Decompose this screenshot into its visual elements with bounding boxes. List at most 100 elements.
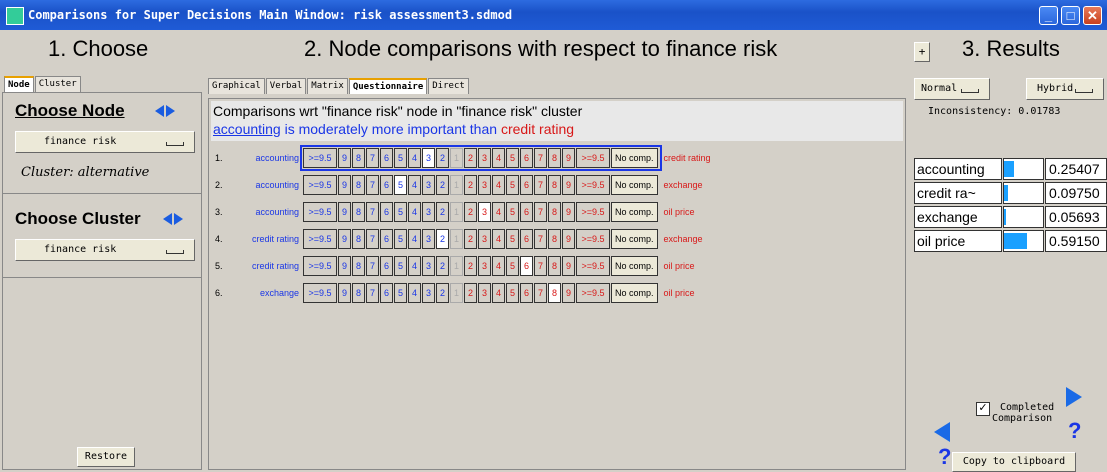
scale-button[interactable]: 4 (492, 256, 505, 276)
scale-button[interactable]: 3 (422, 148, 435, 168)
scale-button[interactable]: >=9.5 (303, 229, 337, 249)
tab-node[interactable]: Node (4, 76, 34, 92)
prev-cluster-icon[interactable] (163, 213, 172, 225)
left-arrow-icon[interactable] (934, 422, 950, 442)
scale-button[interactable]: 4 (408, 175, 421, 195)
scale-button[interactable]: >=9.5 (576, 175, 610, 195)
scale-button[interactable]: 9 (338, 283, 351, 303)
scale-button[interactable]: 9 (562, 175, 575, 195)
scale-button[interactable]: 3 (478, 202, 491, 222)
node-dropdown[interactable]: finance risk (15, 131, 195, 153)
close-button[interactable]: ✕ (1083, 6, 1102, 25)
scale-button[interactable]: 2 (436, 202, 449, 222)
scale-button[interactable]: 1 (450, 175, 463, 195)
minimize-button[interactable]: _ (1039, 6, 1058, 25)
help-icon[interactable]: ? (938, 444, 951, 470)
scale-button[interactable]: 7 (366, 175, 379, 195)
scale-button[interactable]: 8 (548, 283, 561, 303)
scale-button[interactable]: 2 (464, 202, 477, 222)
scale-button[interactable]: 6 (520, 148, 533, 168)
scale-button[interactable]: 9 (562, 256, 575, 276)
no-comparison-button[interactable]: No comp. (611, 283, 658, 303)
scale-button[interactable]: 8 (352, 229, 365, 249)
scale-button[interactable]: 2 (464, 256, 477, 276)
scale-button[interactable]: 7 (534, 256, 547, 276)
scale-button[interactable]: 5 (394, 148, 407, 168)
tab-questionnaire[interactable]: Questionnaire (348, 78, 428, 94)
scale-button[interactable]: 7 (534, 283, 547, 303)
next-node-icon[interactable] (166, 105, 175, 117)
no-comparison-button[interactable]: No comp. (611, 202, 658, 222)
scale-button[interactable]: 2 (464, 283, 477, 303)
scale-button[interactable]: >=9.5 (576, 202, 610, 222)
scale-button[interactable]: 5 (394, 229, 407, 249)
scale-button[interactable]: 5 (506, 283, 519, 303)
no-comparison-button[interactable]: No comp. (611, 256, 658, 276)
tab-graphical[interactable]: Graphical (208, 78, 265, 94)
scale-button[interactable]: 9 (338, 256, 351, 276)
normal-dropdown[interactable]: Normal (914, 78, 990, 100)
scale-button[interactable]: 3 (478, 148, 491, 168)
scale-button[interactable]: 3 (478, 283, 491, 303)
scale-button[interactable]: 9 (338, 229, 351, 249)
maximize-button[interactable]: □ (1061, 6, 1080, 25)
scale-button[interactable]: 4 (408, 202, 421, 222)
scale-button[interactable]: 3 (478, 256, 491, 276)
scale-button[interactable]: 2 (436, 229, 449, 249)
scale-button[interactable]: 9 (562, 202, 575, 222)
scale-button[interactable]: 5 (394, 283, 407, 303)
scale-button[interactable]: 8 (352, 148, 365, 168)
scale-button[interactable]: 2 (436, 148, 449, 168)
scale-button[interactable]: 2 (464, 229, 477, 249)
scale-button[interactable]: 7 (366, 148, 379, 168)
scale-button[interactable]: 9 (338, 148, 351, 168)
scale-button[interactable]: 3 (478, 229, 491, 249)
scale-button[interactable]: 4 (492, 202, 505, 222)
scale-button[interactable]: 4 (408, 229, 421, 249)
scale-button[interactable]: 8 (548, 148, 561, 168)
tab-direct[interactable]: Direct (428, 78, 469, 94)
scale-button[interactable]: 8 (352, 283, 365, 303)
scale-button[interactable]: 3 (478, 175, 491, 195)
prev-node-icon[interactable] (155, 105, 164, 117)
scale-button[interactable]: >=9.5 (303, 202, 337, 222)
scale-button[interactable]: 2 (464, 175, 477, 195)
scale-button[interactable]: 7 (366, 283, 379, 303)
prev-comparison-arrow[interactable] (934, 422, 978, 442)
scale-button[interactable]: 8 (548, 202, 561, 222)
scale-button[interactable]: 7 (534, 148, 547, 168)
scale-button[interactable]: >=9.5 (576, 148, 610, 168)
scale-button[interactable]: 7 (366, 202, 379, 222)
scale-button[interactable]: 8 (352, 256, 365, 276)
scale-button[interactable]: 7 (534, 202, 547, 222)
scale-button[interactable]: 2 (464, 148, 477, 168)
scale-button[interactable]: 8 (352, 202, 365, 222)
next-cluster-icon[interactable] (174, 213, 183, 225)
scale-button[interactable]: 4 (492, 175, 505, 195)
scale-button[interactable]: 6 (520, 202, 533, 222)
tab-verbal[interactable]: Verbal (265, 78, 307, 94)
scale-button[interactable]: >=9.5 (303, 175, 337, 195)
scale-button[interactable]: >=9.5 (576, 283, 610, 303)
scale-button[interactable]: 4 (492, 283, 505, 303)
scale-button[interactable]: 5 (506, 148, 519, 168)
scale-button[interactable]: 8 (352, 175, 365, 195)
help-icon[interactable]: ? (1068, 418, 1081, 444)
scale-button[interactable]: 1 (450, 283, 463, 303)
scale-button[interactable]: 3 (422, 256, 435, 276)
scale-button[interactable]: >=9.5 (576, 229, 610, 249)
scale-button[interactable]: 5 (394, 202, 407, 222)
scale-button[interactable]: 2 (436, 256, 449, 276)
scale-button[interactable]: 4 (408, 256, 421, 276)
scale-button[interactable]: 7 (534, 175, 547, 195)
scale-button[interactable]: 5 (394, 175, 407, 195)
scale-button[interactable]: 1 (450, 148, 463, 168)
no-comparison-button[interactable]: No comp. (611, 148, 658, 168)
cluster-nav-arrows[interactable] (163, 213, 183, 225)
next-comparison-arrow[interactable] (1066, 387, 1086, 407)
scale-button[interactable]: 3 (422, 175, 435, 195)
scale-button[interactable]: 6 (380, 229, 393, 249)
no-comparison-button[interactable]: No comp. (611, 229, 658, 249)
scale-button[interactable]: >=9.5 (576, 256, 610, 276)
scale-button[interactable]: 5 (506, 256, 519, 276)
